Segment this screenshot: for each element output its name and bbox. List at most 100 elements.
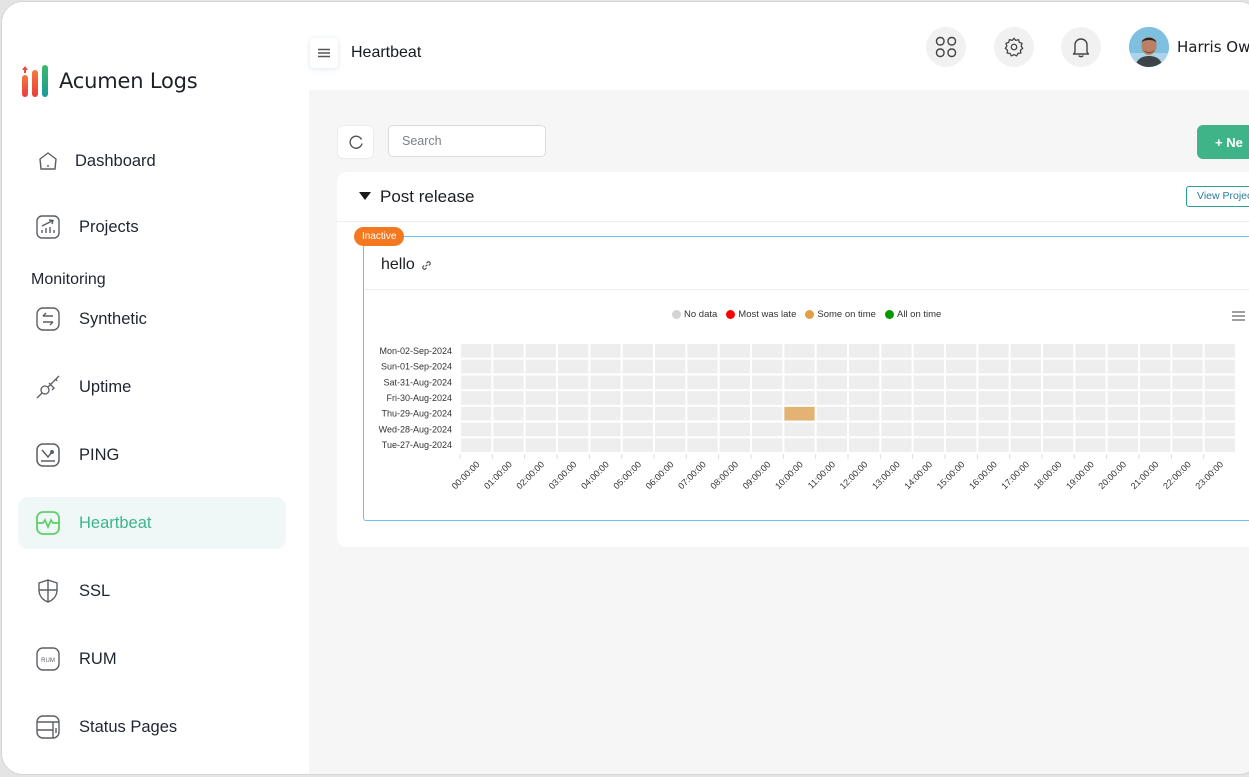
heatmap-cell[interactable] [493,359,524,374]
heatmap-cell[interactable] [1010,438,1041,452]
heatmap-cell[interactable] [913,375,944,390]
group-header[interactable]: Post release View Project [337,172,1249,222]
heatmap-cell[interactable] [461,344,492,358]
heatmap-cell[interactable] [1075,344,1106,358]
heatmap-cell[interactable] [881,375,912,390]
sidebar-item-synthetic[interactable]: Synthetic [18,293,286,345]
heatmap-cell[interactable] [752,375,783,390]
heatmap-cell[interactable] [881,344,912,358]
heatmap-cell[interactable] [461,422,492,437]
heatmap-cell[interactable] [622,406,653,421]
heatmap-cell[interactable] [913,359,944,374]
heatmap-cell[interactable] [784,438,815,452]
heatmap-cell[interactable] [881,422,912,437]
heatmap-cell[interactable] [849,422,880,437]
heatmap-cell[interactable] [1075,422,1106,437]
heatmap-cell[interactable] [978,422,1009,437]
heatmap-cell[interactable] [687,344,718,358]
heatmap-cell[interactable] [849,359,880,374]
heatmap-cell[interactable] [1204,391,1235,405]
heatmap-cell[interactable] [1010,344,1041,358]
heatmap-cell[interactable] [752,406,783,421]
heatmap-cell[interactable] [1107,391,1138,405]
heatmap-cell[interactable] [525,359,556,374]
heatmap-cell[interactable] [1107,344,1138,358]
heatmap-cell[interactable] [461,438,492,452]
heatmap-cell[interactable] [816,344,847,358]
heatmap-cell[interactable] [558,406,589,421]
heatmap-cell[interactable] [590,344,621,358]
refresh-button[interactable] [337,125,374,159]
heatmap-cell[interactable] [461,391,492,405]
heatmap-cell[interactable] [622,422,653,437]
heatmap-cell[interactable] [719,375,750,390]
heatmap-cell[interactable] [558,438,589,452]
heatmap-cell[interactable] [525,391,556,405]
heatmap-cell[interactable] [784,391,815,405]
heatmap-cell[interactable] [881,438,912,452]
heatmap-cell[interactable] [1043,359,1074,374]
heatmap-cell[interactable] [1010,359,1041,374]
notifications-button[interactable] [1061,27,1101,67]
heatmap-cell[interactable] [687,438,718,452]
heatmap-cell[interactable] [1010,375,1041,390]
view-project-button[interactable]: View Project [1186,186,1249,207]
heatmap-cell[interactable] [752,438,783,452]
heatmap-cell[interactable] [622,359,653,374]
heatmap-cell[interactable] [493,344,524,358]
sidebar-item-dashboard[interactable]: Dashboard [18,135,286,187]
heatmap-cell[interactable] [784,422,815,437]
heatmap-cell[interactable] [1107,359,1138,374]
heatmap-cell[interactable] [1140,359,1171,374]
sidebar-item-status-pages[interactable]: Status Pages [18,701,286,753]
heatmap-cell[interactable] [719,406,750,421]
heatmap-cell[interactable] [719,438,750,452]
heatmap-cell[interactable] [558,375,589,390]
heatmap-cell[interactable] [1075,375,1106,390]
heatmap-cell[interactable] [816,438,847,452]
heatmap-cell[interactable] [525,344,556,358]
heatmap-cell[interactable] [946,359,977,374]
heatmap-cell[interactable] [655,391,686,405]
sidebar-item-projects[interactable]: Projects [18,201,286,253]
heatmap-cell[interactable] [946,344,977,358]
search-input[interactable] [388,125,546,157]
settings-button[interactable] [994,27,1034,67]
heatmap-cell[interactable] [558,422,589,437]
heatmap-cell[interactable] [1204,406,1235,421]
heatmap-cell[interactable] [590,422,621,437]
heatmap-cell[interactable] [687,359,718,374]
heatmap-cell[interactable] [881,359,912,374]
user-name[interactable]: Harris Ow [1177,38,1249,56]
heatmap-cell[interactable] [1043,406,1074,421]
heatmap-cell[interactable] [946,422,977,437]
heatmap-cell[interactable] [946,406,977,421]
heatmap-cell[interactable] [622,391,653,405]
heatmap-cell[interactable] [1204,344,1235,358]
heatmap-cell[interactable] [719,422,750,437]
heatmap-cell[interactable] [1140,438,1171,452]
heatmap-cell[interactable] [1204,375,1235,390]
heatmap-cell[interactable] [913,391,944,405]
heatmap-cell[interactable] [946,391,977,405]
heatmap-cell[interactable] [558,344,589,358]
heatmap-cell[interactable] [655,422,686,437]
heatmap-cell[interactable] [816,359,847,374]
heatmap-cell[interactable] [978,375,1009,390]
heatmap-cell[interactable] [849,406,880,421]
heatmap-cell[interactable] [1043,375,1074,390]
heatmap-cell[interactable] [590,375,621,390]
heatmap-cell[interactable] [1140,391,1171,405]
heatmap-cell[interactable] [978,438,1009,452]
heatmap-cell[interactable] [1204,422,1235,437]
heatmap-cell[interactable] [687,375,718,390]
heatmap-cell[interactable] [978,359,1009,374]
heatmap-cell[interactable] [1075,391,1106,405]
heatmap-cell[interactable] [946,438,977,452]
heatmap-cell[interactable] [590,406,621,421]
heatmap-cell[interactable] [913,344,944,358]
heatmap-cell[interactable] [1204,359,1235,374]
heatmap-cell[interactable] [849,344,880,358]
heatmap-cell[interactable] [752,344,783,358]
heatmap-cell[interactable] [913,438,944,452]
